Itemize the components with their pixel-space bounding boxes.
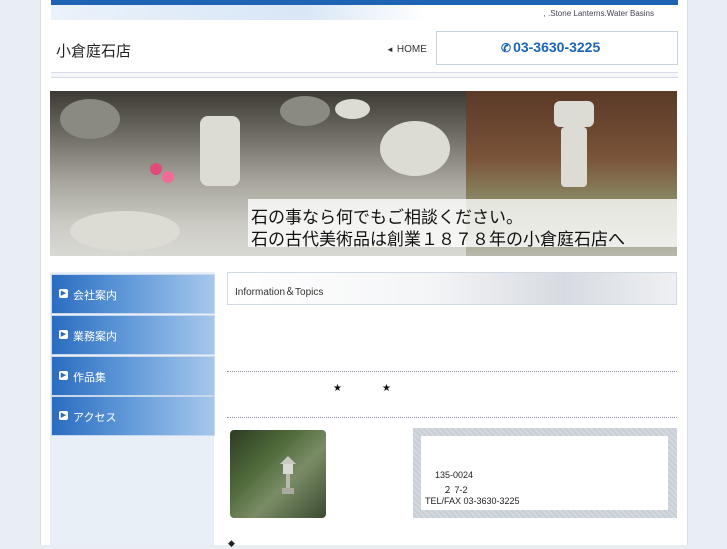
address-box: 135-0024 ２ 7-2 TEL/FAX 03-3630-3225	[413, 428, 677, 518]
phone-number[interactable]: ✆ 03-3630-3225	[501, 39, 600, 55]
sidebar-item-services[interactable]: ▶ 業務案内	[51, 315, 215, 355]
site-header: 小倉庭石店 ◄ HOME ✆ 03-3630-3225	[51, 28, 678, 78]
play-bullet-icon: ▶	[59, 330, 68, 339]
stone-pillar-shape	[200, 116, 240, 186]
header-divider	[51, 72, 678, 78]
footer-mark: ◆	[228, 539, 235, 549]
top-banner: , .Stone Lanterns.Water Basins	[51, 0, 678, 20]
tagline-prefix: ,	[543, 9, 546, 18]
postal-code: 135-0024	[435, 470, 474, 480]
street-address: ２ 7-2	[443, 485, 468, 495]
info-topics-header: Information＆Topics	[227, 272, 677, 305]
flower-shape	[150, 163, 162, 175]
sidebar-item-label: 業務案内	[73, 330, 117, 343]
star-icon: ★	[333, 383, 342, 394]
lantern-body-shape	[561, 127, 587, 187]
shop-photo	[230, 430, 326, 518]
stone-shape	[335, 99, 370, 119]
play-bullet-icon: ▶	[59, 411, 68, 420]
address-inner: 135-0024 ２ 7-2 TEL/FAX 03-3630-3225	[421, 436, 668, 510]
lantern-shape	[380, 121, 450, 176]
star-icon: ★	[382, 383, 391, 394]
info-topics-title: Information＆Topics	[235, 287, 324, 298]
play-bullet-icon: ▶	[59, 371, 68, 380]
phone-box: ✆ 03-3630-3225	[436, 31, 678, 65]
dotted-divider	[227, 417, 677, 418]
hero-banner: 石の事なら何でもご相談ください。 石の古代美術品は創業１８７８年の小倉庭石店へ	[50, 91, 677, 256]
sidebar-item-access[interactable]: ▶ アクセス	[51, 396, 215, 436]
lantern-roof-shape	[554, 101, 594, 127]
tagline: , .Stone Lanterns.Water Basins	[544, 9, 654, 18]
site-title[interactable]: 小倉庭石店	[56, 40, 131, 61]
phone-glyph-icon: ✆	[501, 41, 512, 55]
sidebar-item-label: 作品集	[73, 371, 106, 384]
tel-fax: TEL/FAX 03-3630-3225	[425, 496, 520, 506]
sidebar-item-label: 会社案内	[73, 289, 117, 302]
phone-number-text: 03-3630-3225	[513, 39, 601, 55]
sidebar-item-label: アクセス	[73, 411, 117, 424]
stone-lantern-icon	[280, 456, 296, 494]
home-label: HOME	[396, 44, 427, 55]
tagline-text: .Stone Lanterns.Water Basins	[548, 9, 654, 18]
flower-shape	[162, 171, 174, 183]
play-bullet-icon: ▶	[59, 289, 68, 298]
stone-shape	[60, 99, 120, 139]
lantern-top-shape	[280, 96, 330, 126]
home-link[interactable]: ◄ HOME	[386, 44, 427, 55]
water-basin-shape	[70, 211, 180, 251]
sidebar-nav: ▶ 会社案内 ▶ 業務案内 ▶ 作品集 ▶ アクセス	[50, 272, 215, 545]
sidebar-item-works[interactable]: ▶ 作品集	[51, 356, 215, 396]
sidebar-item-company[interactable]: ▶ 会社案内	[51, 274, 215, 314]
hero-line-2: 石の古代美術品は創業１８７８年の小倉庭石店へ	[251, 230, 625, 250]
dotted-divider	[227, 371, 677, 372]
arrow-left-icon: ◄	[386, 45, 394, 54]
